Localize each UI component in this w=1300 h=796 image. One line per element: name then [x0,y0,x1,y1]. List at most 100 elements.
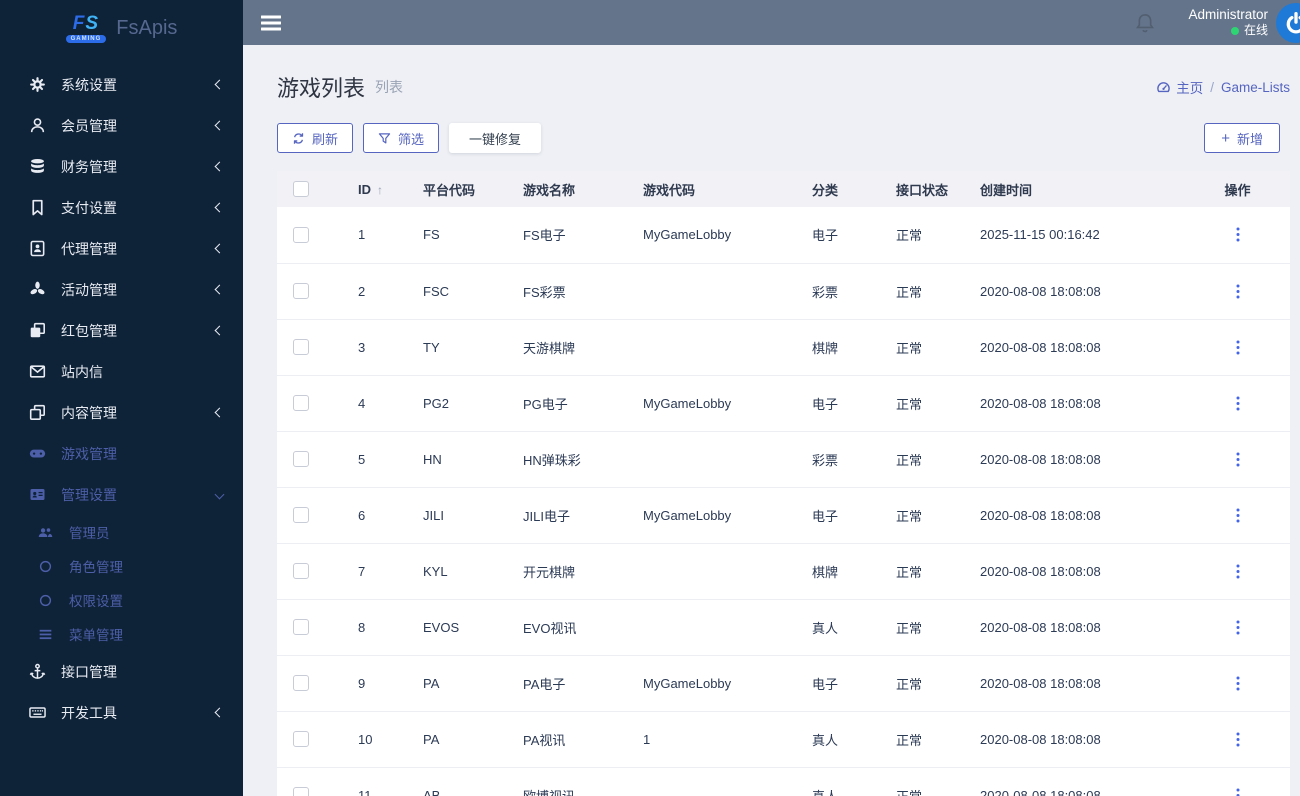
row-actions-kebab-icon[interactable] [1230,672,1246,695]
brand-logo[interactable]: FS GAMING FsApis [0,0,243,56]
sidebar-item[interactable]: 代理管理 [0,228,243,269]
sidebar-item[interactable]: 游戏管理 [0,433,243,474]
table-row: 5 HN HN弹珠彩 彩票 正常 2020-08-08 18:08:08 [277,431,1290,488]
cell-api-status: 正常 [880,711,964,768]
breadcrumb-home-link[interactable]: 主页 [1156,77,1203,97]
sidebar-item-label: 活动管理 [61,281,117,298]
row-checkbox[interactable] [293,451,309,468]
row-actions-kebab-icon[interactable] [1230,336,1246,359]
sidebar-subitem[interactable]: 角色管理 [0,549,243,583]
row-checkbox[interactable] [293,339,309,356]
cell-game-code: MyGameLobby [627,487,796,544]
fs-gaming-logo-icon: FS GAMING [65,12,107,43]
select-all-checkbox[interactable] [293,181,309,198]
row-actions-kebab-icon[interactable] [1230,280,1246,303]
sidebar-item[interactable]: 管理设置 [0,474,243,515]
sidebar-subitem[interactable]: 菜单管理 [0,617,243,651]
refresh-icon [293,132,304,144]
add-button[interactable]: + 新增 [1204,123,1280,153]
cell-category: 真人 [796,767,880,796]
row-actions-kebab-icon[interactable] [1230,392,1246,415]
row-checkbox[interactable] [293,787,309,796]
sidebar-item[interactable]: 财务管理 [0,146,243,187]
row-actions-kebab-icon[interactable] [1230,728,1246,751]
menu-lines-icon [36,627,54,642]
sidebar-item[interactable]: 红包管理 [0,310,243,351]
notification-bell-icon[interactable] [1134,11,1156,35]
cell-category: 彩票 [796,431,880,488]
chevron-icon [214,161,225,172]
row-actions-kebab-icon[interactable] [1230,504,1246,527]
cell-game-name: FS彩票 [507,263,627,320]
cell-game-name: 开元棋牌 [507,543,627,600]
column-header-game-name: 游戏名称 [507,171,627,207]
row-actions-kebab-icon[interactable] [1230,560,1246,583]
column-header-game-code: 游戏代码 [627,171,796,207]
user-menu[interactable]: Administrator 在线 [1188,7,1268,39]
cell-api-status: 正常 [880,655,964,712]
row-checkbox[interactable] [293,395,309,412]
cell-platform-code: JILI [407,487,507,544]
row-actions-kebab-icon[interactable] [1230,784,1246,796]
sidebar-item[interactable]: 接口管理 [0,651,243,692]
sidebar-subitem-label: 权限设置 [69,594,123,609]
sidebar-item[interactable]: 会员管理 [0,105,243,146]
table-row: 1 FS FS电子 MyGameLobby 电子 正常 2025-11-15 0… [277,207,1290,264]
cell-game-name: 欧博视讯 [507,767,627,796]
sidebar-item[interactable]: 开发工具 [0,692,243,733]
plus-icon: + [1221,129,1230,147]
cell-created-at: 2020-08-08 18:08:08 [964,487,1185,544]
clone-icon [28,322,46,339]
hamburger-menu-icon[interactable] [261,15,281,31]
breadcrumb: 主页 / Game-Lists [1156,77,1290,97]
cell-game-code: 1 [627,711,796,768]
sidebar-item[interactable]: 内容管理 [0,392,243,433]
row-checkbox[interactable] [293,619,309,636]
breadcrumb-home-label: 主页 [1176,81,1204,96]
sidebar-item[interactable]: 系统设置 [0,64,243,105]
table-row: 2 FSC FS彩票 彩票 正常 2020-08-08 18:08:08 [277,263,1290,320]
cell-api-status: 正常 [880,487,964,544]
sidebar-subitem[interactable]: 权限设置 [0,583,243,617]
games-table: ID ↑ 平台代码 游戏名称 游戏代码 分类 接口状态 创建时间 操作 1 FS … [277,171,1290,796]
row-checkbox[interactable] [293,227,309,244]
keyboard-icon [28,704,46,721]
cell-platform-code: EVOS [407,599,507,656]
cell-platform-code: PG2 [407,375,507,432]
row-checkbox[interactable] [293,507,309,524]
row-checkbox[interactable] [293,731,309,748]
add-button-label: 新增 [1236,131,1263,147]
filter-button[interactable]: 筛选 [363,123,440,153]
cell-created-at: 2020-08-08 18:08:08 [964,711,1185,768]
row-actions-kebab-icon[interactable] [1230,223,1246,246]
logo-s-letter: S [85,12,100,34]
sidebar-item[interactable]: 站内信 [0,351,243,392]
sidebar-subitem[interactable]: 管理员 [0,515,243,549]
sidebar-item[interactable]: 支付设置 [0,187,243,228]
row-actions-kebab-icon[interactable] [1230,616,1246,639]
chevron-icon [214,120,225,131]
sidebar-subitem-label: 管理员 [69,526,110,541]
row-actions-kebab-icon[interactable] [1230,448,1246,471]
logout-power-button[interactable] [1276,2,1300,43]
breadcrumb-separator: / [1210,79,1214,95]
refresh-button[interactable]: 刷新 [277,123,354,153]
column-header-id[interactable]: ID ↑ [342,171,407,207]
row-checkbox[interactable] [293,675,309,692]
cell-id: 9 [342,655,407,712]
chevron-icon [214,284,225,295]
row-checkbox[interactable] [293,283,309,300]
cell-created-at: 2020-08-08 18:08:08 [964,543,1185,600]
cell-id: 5 [342,431,407,488]
one-click-repair-button[interactable]: 一键修复 [449,123,542,153]
chevron-icon [214,79,225,90]
row-checkbox[interactable] [293,563,309,580]
cell-api-status: 正常 [880,431,964,488]
chevron-icon [214,325,225,336]
cell-created-at: 2025-11-15 00:16:42 [964,207,1185,264]
cell-category: 真人 [796,711,880,768]
sidebar-item[interactable]: 活动管理 [0,269,243,310]
sidebar-item-label: 会员管理 [61,117,117,134]
user-icon [28,117,46,134]
cell-game-name: EVO视讯 [507,599,627,656]
